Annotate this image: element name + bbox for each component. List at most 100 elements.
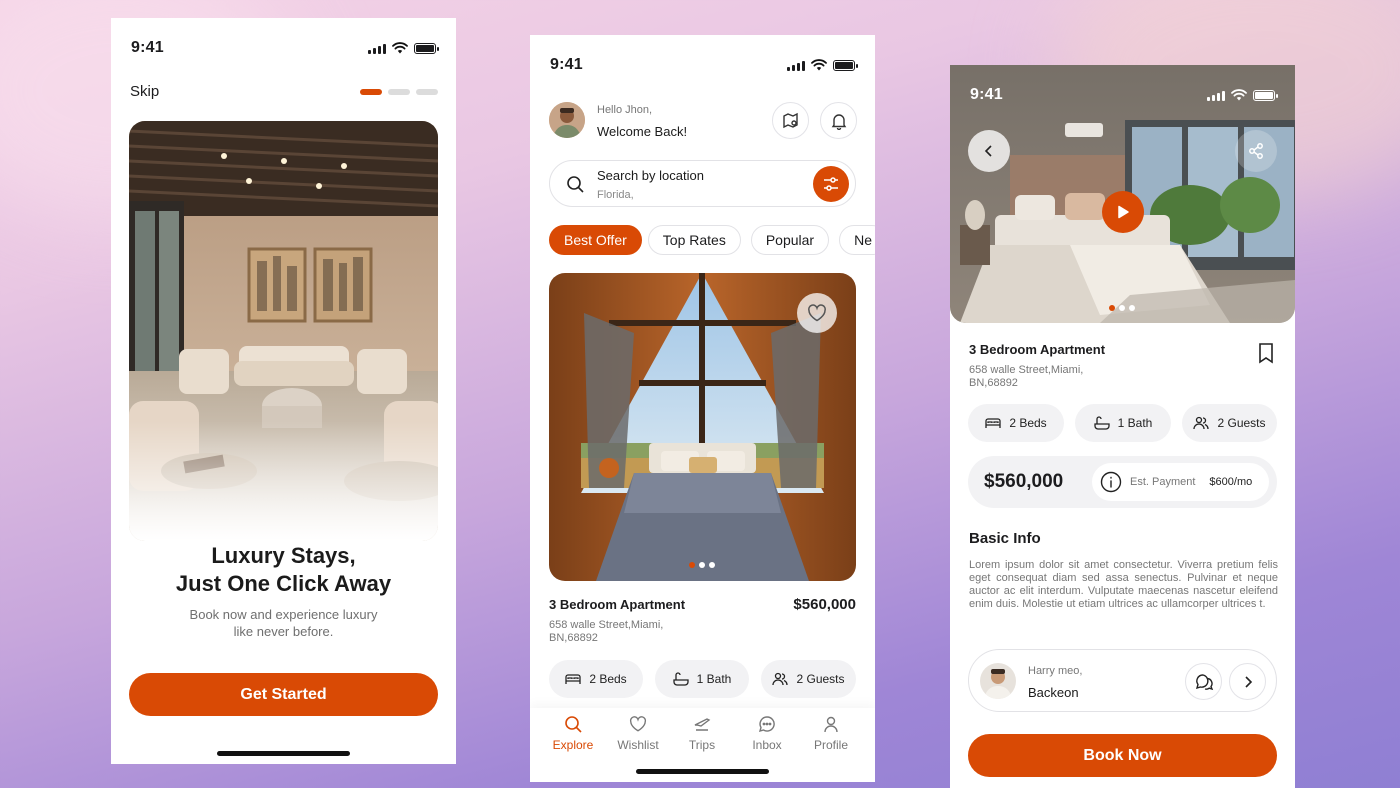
heart-icon [629, 715, 647, 733]
notifications-button[interactable] [820, 102, 857, 139]
title-line: Luxury Stays, [211, 543, 356, 568]
pager-dot [388, 89, 410, 95]
address-line: 658 walle Street,Miami, [969, 364, 1084, 376]
chat-icon [758, 715, 776, 733]
status-time: 9:41 [550, 56, 583, 73]
bath-icon [672, 672, 689, 686]
property-price: $560,000 [984, 471, 1064, 492]
feature-beds: 2 Beds [968, 404, 1064, 442]
status-bar: 9:41 [530, 53, 875, 77]
carousel-dot-active[interactable] [689, 562, 695, 568]
nav-label: Profile [813, 738, 848, 752]
map-pin-icon [782, 112, 800, 130]
listing-image[interactable] [549, 273, 856, 581]
address-line: 658 walle Street,Miami, [549, 619, 664, 631]
carousel-dot[interactable] [699, 562, 705, 568]
feature-label: 2 Guests [1217, 416, 1266, 430]
play-icon [1115, 204, 1131, 220]
skip-button[interactable]: Skip [130, 83, 159, 100]
status-bar: 9:41 [111, 36, 456, 60]
feature-guests: 2 Guests [1182, 404, 1277, 442]
wifi-icon [1231, 89, 1247, 101]
nav-label: Inbox [752, 738, 782, 752]
nav-label: Wishlist [617, 738, 659, 752]
basic-info-heading: Basic Info [969, 530, 1041, 547]
bed-icon [985, 416, 1001, 430]
status-time: 9:41 [970, 86, 1003, 103]
back-button[interactable] [968, 130, 1010, 172]
est-payment-value: $600/mo [1209, 476, 1253, 488]
feature-label: 2 Beds [589, 672, 627, 686]
nav-label: Explore [552, 738, 594, 752]
plane-icon [693, 715, 711, 733]
favorite-button[interactable] [797, 293, 837, 333]
chip-best-offer[interactable]: Best Offer [549, 225, 642, 255]
subtitle-line: like never before. [233, 624, 334, 639]
explore-screen: 9:41 Hello Jhon, Welcome Back! Search by… [530, 35, 875, 782]
book-now-button[interactable]: Book Now [968, 734, 1277, 777]
nav-explore[interactable]: Explore [543, 715, 603, 752]
guests-icon [1193, 416, 1210, 430]
search-icon [564, 715, 582, 733]
onboarding-pager [360, 89, 438, 95]
share-button[interactable] [1235, 130, 1277, 172]
nav-profile[interactable]: Profile [801, 715, 861, 752]
sliders-icon [822, 175, 840, 193]
listing-price: $560,000 [793, 596, 856, 613]
listing-address: 658 walle Street,Miami, BN,68892 [549, 619, 663, 645]
onboarding-subtitle: Book now and experience luxury like neve… [111, 606, 456, 640]
search-location-value: Florida, [597, 189, 634, 201]
get-started-button[interactable]: Get Started [129, 673, 438, 716]
guests-icon [772, 672, 789, 686]
avatar[interactable] [549, 102, 585, 138]
feature-label: 2 Guests [796, 672, 845, 686]
carousel-dot[interactable] [1129, 305, 1135, 311]
feature-label: 1 Bath [696, 672, 732, 686]
est-payment[interactable]: Est. Payment $600/mo [1092, 463, 1269, 501]
map-button[interactable] [772, 102, 809, 139]
host-name: Harry meo, [1028, 665, 1083, 677]
nav-wishlist[interactable]: Wishlist [608, 715, 668, 752]
user-icon [822, 715, 840, 733]
filter-button[interactable] [813, 166, 849, 202]
wifi-icon [392, 42, 408, 54]
feature-beds: 2 Beds [549, 660, 643, 698]
subtitle-line: Book now and experience luxury [189, 607, 378, 622]
search-label: Search by location [597, 168, 704, 183]
chip-popular[interactable]: Popular [750, 225, 830, 255]
nav-trips[interactable]: Trips [672, 715, 732, 752]
share-icon [1247, 142, 1265, 160]
carousel-dot[interactable] [1119, 305, 1125, 311]
chip-top-rates[interactable]: Top Rates [647, 225, 741, 255]
listing-title: 3 Bedroom Apartment [549, 597, 686, 612]
home-indicator [636, 769, 769, 774]
home-indicator [217, 751, 350, 756]
address-line: BN,68892 [549, 632, 598, 644]
property-address: 658 walle Street,Miami, BN,68892 [969, 364, 1083, 390]
signal-icon [368, 43, 386, 54]
carousel-dot-active[interactable] [1109, 305, 1115, 311]
chevron-left-icon [983, 144, 995, 158]
message-icon [1194, 672, 1214, 692]
bed-icon [565, 672, 581, 686]
filter-chips: Best Offer Top Rates Popular Ne [549, 225, 875, 257]
bath-icon [1093, 416, 1110, 430]
chip-new[interactable]: Ne [839, 225, 875, 255]
bell-icon [830, 112, 848, 130]
host-profile-button[interactable] [1229, 663, 1266, 700]
nav-inbox[interactable]: Inbox [737, 715, 797, 752]
hero-image [129, 121, 438, 541]
bookmark-button[interactable] [1256, 342, 1276, 364]
message-host-button[interactable] [1185, 663, 1222, 700]
play-video-button[interactable] [1102, 191, 1144, 233]
property-image: 9:41 [950, 65, 1295, 323]
pager-dot [416, 89, 438, 95]
chevron-right-icon [1242, 675, 1254, 689]
carousel-dot[interactable] [709, 562, 715, 568]
onboarding-title: Luxury Stays, Just One Click Away [111, 542, 456, 598]
est-payment-label: Est. Payment [1130, 476, 1196, 488]
feature-bath: 1 Bath [1075, 404, 1171, 442]
search-bar[interactable]: Search by location Florida, [549, 160, 856, 207]
property-title: 3 Bedroom Apartment [969, 342, 1106, 357]
host-avatar[interactable] [980, 663, 1016, 699]
